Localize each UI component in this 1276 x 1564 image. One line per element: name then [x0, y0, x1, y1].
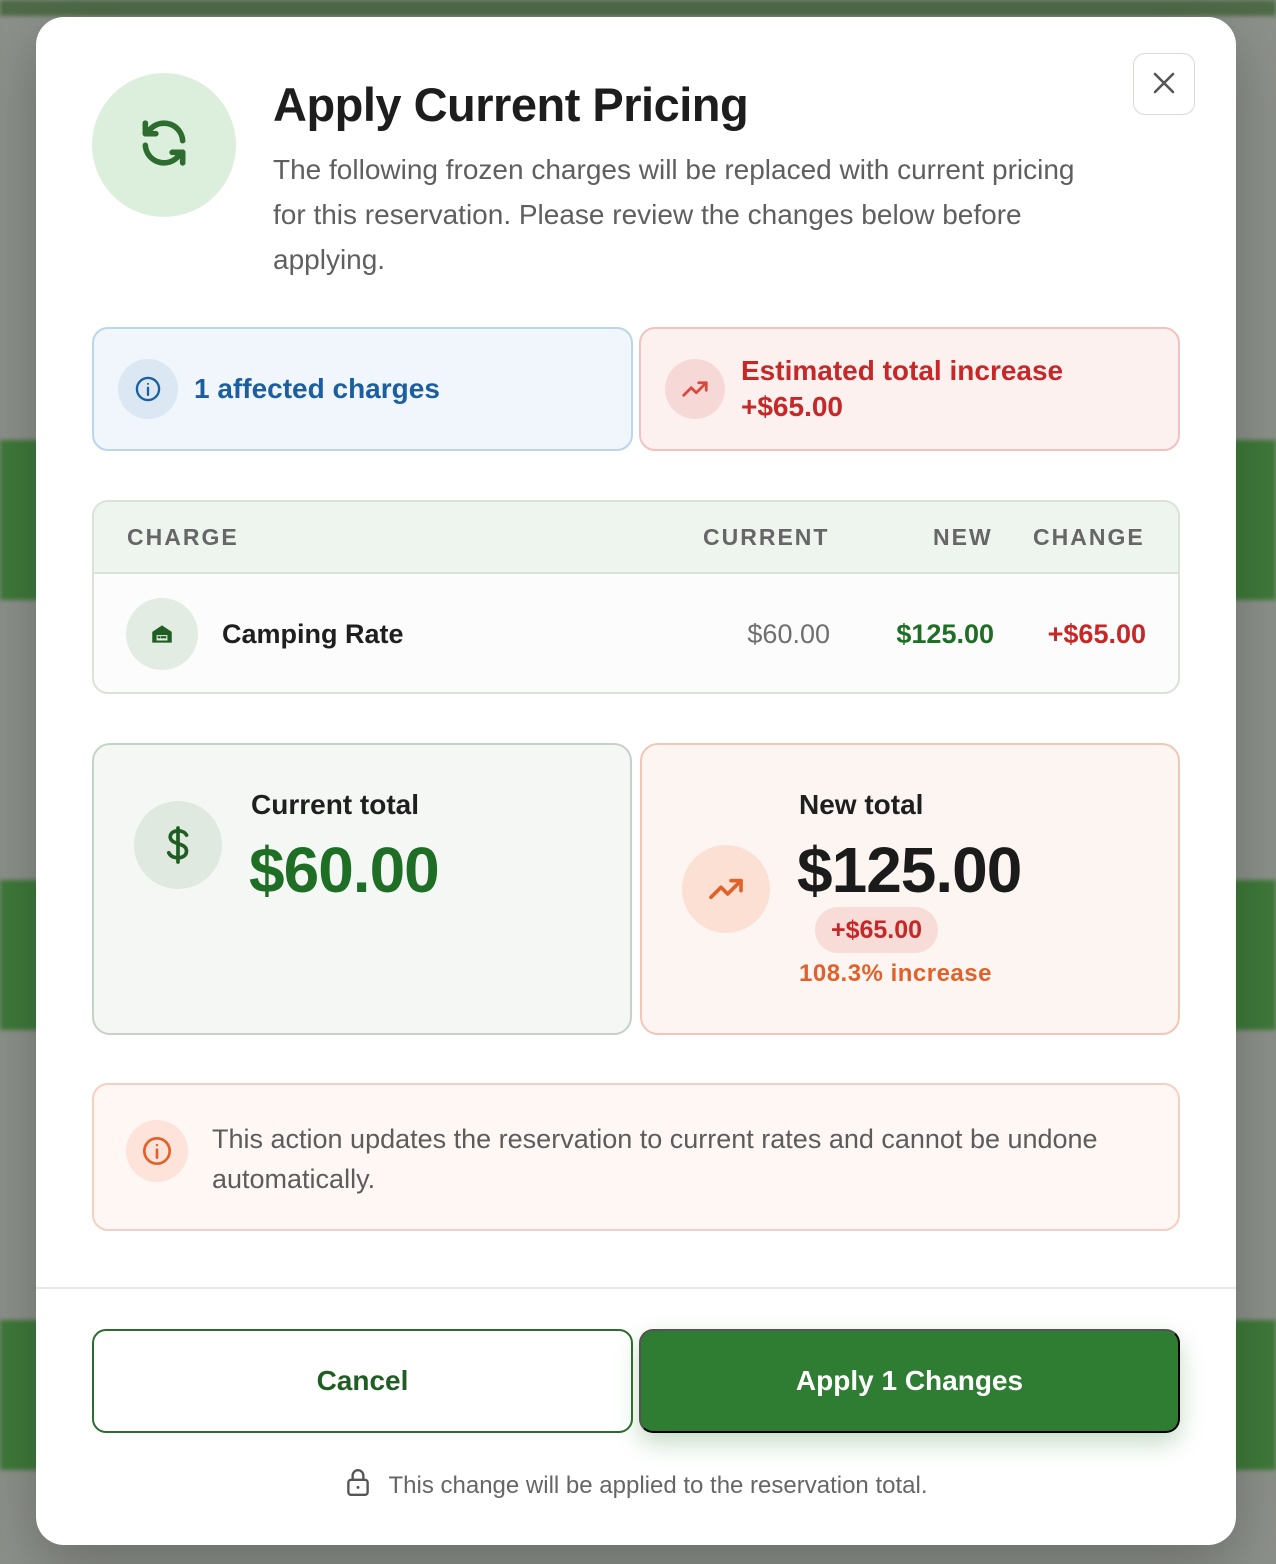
lock-icon: [345, 1467, 371, 1504]
current-total-label: Current total: [251, 789, 419, 820]
charge-new: $125.00: [896, 619, 994, 649]
new-total-card: New total $125.00 +$65.00 108.3% increas…: [640, 743, 1180, 1035]
cancel-button[interactable]: Cancel: [92, 1329, 633, 1433]
header-icon-badge: [92, 73, 236, 217]
close-icon: [1151, 70, 1177, 99]
apply-changes-button[interactable]: Apply 1 Changes: [639, 1329, 1180, 1433]
notice-text: This action updates the reservation to c…: [212, 1124, 1098, 1194]
refresh-icon: [136, 115, 192, 176]
trending-up-icon: [665, 359, 725, 419]
dialog-subtitle: The following frozen charges will be rep…: [273, 154, 1075, 275]
current-total-card: Current total $60.00: [92, 743, 632, 1035]
new-total-value: $125.00: [797, 834, 1022, 906]
info-icon: [126, 1120, 188, 1182]
info-icon: [118, 359, 178, 419]
estimated-increase-label: Estimated total increase: [741, 355, 1064, 386]
bed-icon: [126, 598, 198, 670]
footnote-text: This change will be applied to the reser…: [388, 1471, 928, 1499]
header-change: CHANGE: [1033, 524, 1145, 550]
new-total-delta-badge: +$65.00: [815, 907, 939, 953]
trending-up-icon: [682, 845, 770, 933]
table-row: Camping Rate $60.00 $125.00 +$65.00: [94, 574, 1178, 692]
affected-charges-card: 1 affected charges: [92, 327, 633, 451]
apply-pricing-dialog: Apply Current Pricing The following froz…: [36, 17, 1236, 1545]
charge-name: Camping Rate: [222, 619, 404, 649]
table-header: CHARGE CURRENT NEW CHANGE: [94, 502, 1178, 574]
footnote: This change will be applied to the reser…: [36, 1467, 1236, 1504]
charges-table: CHARGE CURRENT NEW CHANGE Camping Rate $…: [92, 500, 1180, 694]
affected-charges-text: 1 affected charges: [194, 373, 440, 404]
header-current: CURRENT: [703, 524, 830, 550]
dialog-title: Apply Current Pricing: [273, 78, 749, 131]
new-total-label: New total: [799, 789, 924, 820]
header-charge: CHARGE: [127, 524, 239, 550]
new-total-percent: 108.3% increase: [799, 960, 992, 987]
close-button[interactable]: [1133, 53, 1195, 115]
dollar-icon: [134, 801, 222, 889]
irreversible-notice: This action updates the reservation to c…: [92, 1083, 1180, 1231]
header-new: NEW: [933, 524, 993, 550]
current-total-value: $60.00: [249, 834, 440, 906]
estimated-increase-card: Estimated total increase +$65.00: [639, 327, 1180, 451]
charge-current: $60.00: [747, 619, 830, 649]
charge-change: +$65.00: [1047, 619, 1146, 649]
footer-divider: [36, 1287, 1236, 1289]
estimated-increase-value: +$65.00: [741, 391, 843, 422]
